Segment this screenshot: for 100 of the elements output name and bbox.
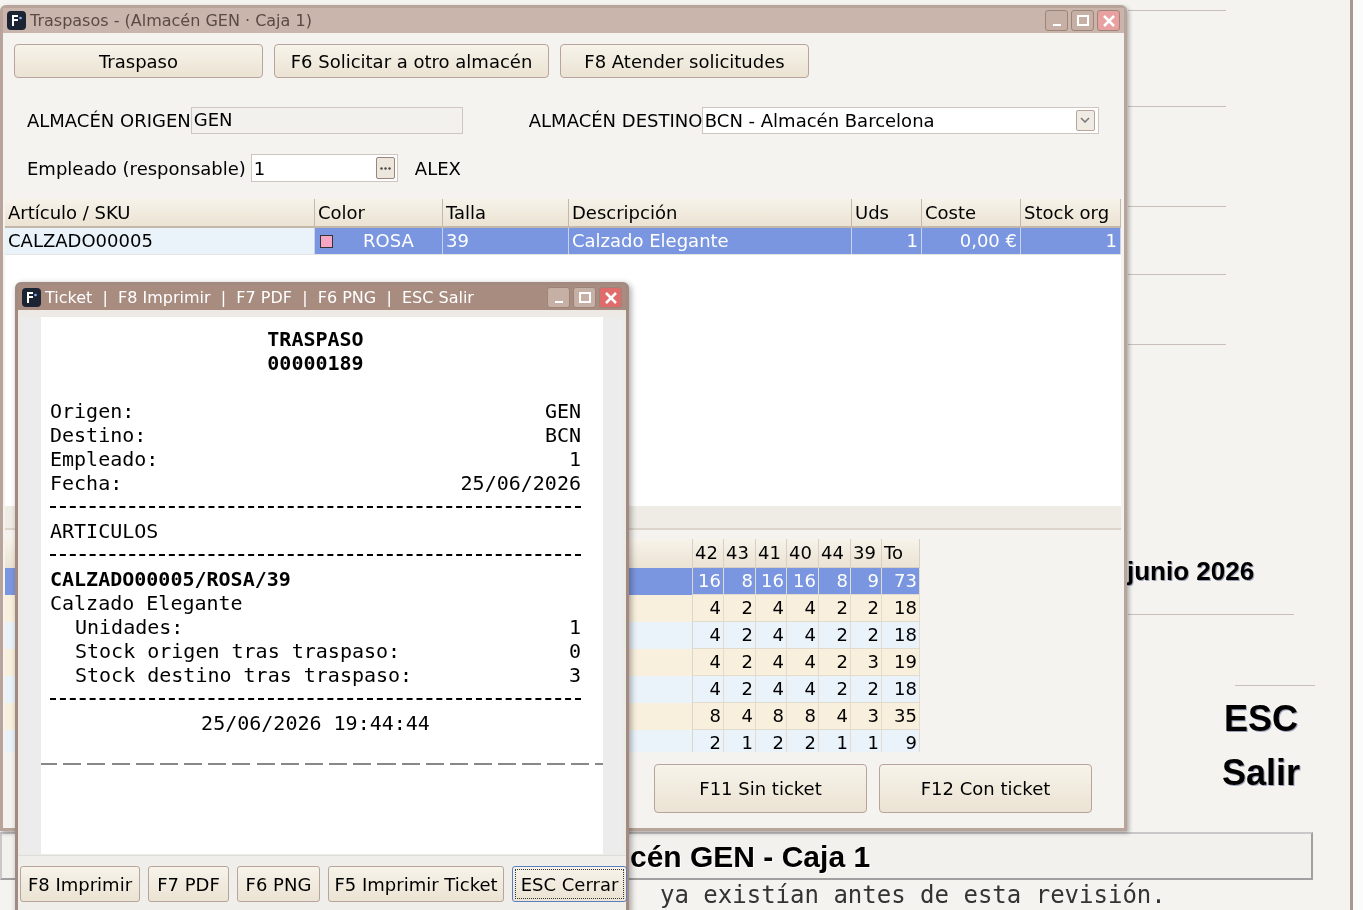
receipt-label: Stock destino tras traspaso:	[75, 663, 413, 687]
column-header[interactable]: 42	[693, 539, 724, 568]
receipt-title: 00000189	[267, 351, 364, 375]
column-header[interactable]: Color	[315, 199, 443, 228]
table-cell: 3	[851, 649, 882, 676]
receipt-value: BCN	[544, 423, 581, 447]
table-cell: 0,00 €	[922, 228, 1021, 254]
mode-button[interactable]: F6 Solicitar a otro almacén	[274, 44, 549, 78]
table-cell: 8	[756, 703, 787, 730]
table-cell: 4	[787, 595, 819, 622]
field-label: ALMACÉN ORIGEN	[27, 108, 191, 133]
table-cell: 4	[756, 622, 787, 649]
receipt-text: ARTICULOS	[50, 519, 159, 543]
ticket-button[interactable]: ESC Cerrar	[512, 866, 627, 902]
table-cell: 2	[693, 730, 724, 752]
table-cell: 4	[819, 703, 851, 730]
table-cell: 3	[851, 703, 882, 730]
close-icon	[604, 291, 617, 304]
ticket-button[interactable]: F8 Imprimir	[20, 866, 140, 902]
column-header[interactable]: Coste	[922, 199, 1021, 228]
table-cell: 4	[787, 649, 819, 676]
column-header[interactable]: 40	[787, 539, 819, 568]
table-cell: 8	[787, 703, 819, 730]
table-cell: 35	[882, 703, 920, 730]
table-cell: 39	[443, 228, 569, 254]
receipt-value: 25/06/2026	[460, 471, 581, 495]
table-cell: 16	[756, 568, 787, 595]
table-cell: 8	[693, 703, 724, 730]
table-cell: 4	[787, 676, 819, 703]
receipt-text: Calzado Elegante	[50, 591, 243, 615]
column-header[interactable]: Uds	[852, 199, 922, 228]
table-cell: 2	[819, 595, 851, 622]
ticket-button[interactable]: F5 Imprimir Ticket	[328, 866, 504, 902]
column-header[interactable]: To	[882, 539, 920, 568]
column-header[interactable]: 41	[756, 539, 787, 568]
column-header[interactable]: Descripción	[569, 199, 852, 228]
table-cell: 2	[851, 595, 882, 622]
receipt-label: Stock origen tras traspaso:	[75, 639, 401, 663]
table-cell: 4	[787, 622, 819, 649]
table-cell: Calzado Elegante	[569, 228, 852, 254]
origin-field[interactable]: GEN	[190, 106, 463, 134]
column-header[interactable]: Artículo / SKU	[5, 199, 315, 228]
table-cell: 1	[819, 730, 851, 752]
table-cell: 2	[724, 676, 756, 703]
close-icon	[1102, 14, 1115, 27]
table-cell: 9	[851, 568, 882, 595]
minimize-icon	[1052, 24, 1061, 26]
table-cell: 4	[756, 649, 787, 676]
column-header[interactable]: 43	[724, 539, 756, 568]
receipt-label: Unidades:	[75, 615, 184, 639]
table-cell: 4	[693, 622, 724, 649]
close-button[interactable]	[1097, 10, 1120, 31]
column-header[interactable]: 44	[819, 539, 851, 568]
maximize-button[interactable]	[573, 287, 596, 308]
receipt-value: 1	[568, 615, 581, 639]
receipt-label: Empleado:	[50, 447, 159, 471]
receipt-timestamp: 25/06/2026 19:44:44	[201, 711, 430, 735]
field-label: Empleado (responsable)	[27, 156, 246, 181]
table-cell: 18	[882, 676, 920, 703]
table-cell: 8	[724, 568, 756, 595]
app-logo-icon	[7, 11, 26, 30]
table-cell: 2	[851, 676, 882, 703]
minimize-button[interactable]	[1045, 10, 1068, 31]
table-cell: 2	[756, 730, 787, 752]
table-cell: 2	[819, 622, 851, 649]
action-button[interactable]: F11 Sin ticket	[654, 764, 867, 813]
table-cell: 4	[693, 649, 724, 676]
maximize-icon	[578, 292, 591, 303]
month-label: junio 2026	[1127, 555, 1255, 588]
receipt-value: 3	[568, 663, 581, 687]
table-cell: 2	[819, 649, 851, 676]
table-cell: 19	[882, 649, 920, 676]
table-cell: 73	[882, 568, 920, 595]
table-cell: 16	[693, 568, 724, 595]
column-header[interactable]: 39	[851, 539, 882, 568]
table-cell: 16	[787, 568, 819, 595]
close-button[interactable]	[599, 287, 622, 308]
mode-button[interactable]: Traspaso	[14, 44, 263, 78]
employee-field[interactable]: 1	[250, 154, 398, 182]
ticket-button[interactable]: F7 PDF	[148, 866, 229, 902]
maximize-button[interactable]	[1071, 10, 1094, 31]
ticket-button[interactable]: F6 PNG	[237, 866, 320, 902]
table-cell: 4	[693, 595, 724, 622]
column-header[interactable]: Stock org	[1021, 199, 1121, 228]
action-button[interactable]: F12 Con ticket	[879, 764, 1092, 813]
shortcut-label: Salir	[1222, 751, 1301, 795]
receipt-title: TRASPASO	[267, 327, 364, 351]
table-cell: 2	[724, 649, 756, 676]
table-cell: 2	[851, 622, 882, 649]
window-title: Traspasos - (Almacén GEN · Caja 1)	[30, 9, 312, 32]
employee-name: ALEX	[414, 156, 461, 181]
mode-button[interactable]: F8 Atender solicitudes	[560, 44, 809, 78]
minimize-button[interactable]	[547, 287, 570, 308]
destination-dropdown[interactable]: BCN - Almacén Barcelona	[701, 106, 1099, 134]
table-cell: 18	[882, 622, 920, 649]
table-cell: 1	[851, 730, 882, 752]
footer-text: ya existían antes de esta revisión.	[660, 881, 1166, 909]
more-button[interactable]	[375, 157, 395, 179]
column-header[interactable]: Talla	[443, 199, 569, 228]
maximize-icon	[1076, 15, 1089, 26]
